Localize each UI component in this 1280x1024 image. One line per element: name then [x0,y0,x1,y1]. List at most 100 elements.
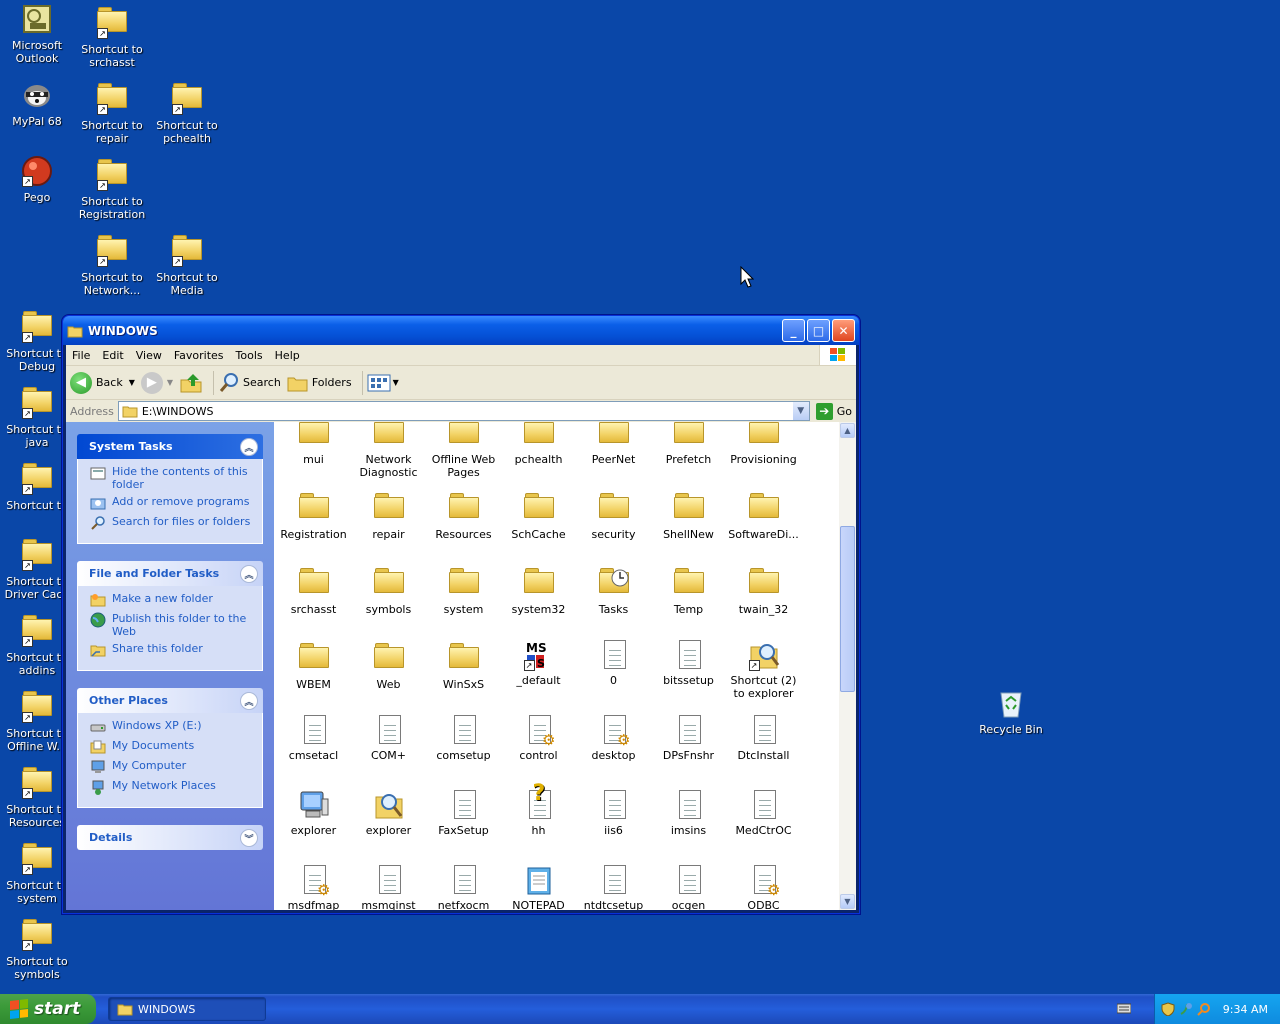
views-button[interactable]: ▼ [367,373,399,393]
back-button[interactable]: ◀ Back ▼ [70,371,135,394]
file-item[interactable]: cmsetacl [276,714,351,762]
file-item[interactable]: Temp [651,564,726,616]
place-windows-xp-drive[interactable]: Windows XP (E:) [90,719,252,735]
collapse-chevron-icon[interactable]: ︽ [240,565,258,583]
file-item[interactable]: desktop [576,714,651,762]
file-item[interactable]: system32 [501,564,576,616]
file-item[interactable]: ShellNew [651,489,726,541]
file-item[interactable]: repair [351,489,426,541]
file-item[interactable]: Offline Web Pages [426,422,501,479]
file-item[interactable]: ↗ Shortcut (2) to explorer [726,639,801,700]
file-item[interactable]: iis6 [576,789,651,837]
task-publish-web[interactable]: Publish this folder to the Web [90,612,252,638]
system-tasks-header[interactable]: System Tasks ︽ [77,434,263,459]
task-share-folder[interactable]: Share this folder [90,642,252,658]
file-item[interactable]: imsins [651,789,726,837]
file-item[interactable]: ODBC [726,864,801,910]
folders-button[interactable]: Folders [287,373,352,393]
collapse-chevron-icon[interactable]: ︽ [240,438,258,456]
menu-tools[interactable]: Tools [230,349,269,362]
file-item[interactable]: COM+ [351,714,426,762]
icon-pego[interactable]: ↗ Pego [0,155,74,204]
file-item[interactable]: NOTEPAD [501,864,576,910]
icon-mypal[interactable]: MyPal 68 [0,79,74,128]
file-item[interactable]: Provisioning [726,422,801,466]
up-button[interactable] [179,372,203,394]
file-item[interactable]: Registration [276,489,351,541]
file-item[interactable]: pchealth [501,422,576,466]
menu-favorites[interactable]: Favorites [168,349,230,362]
file-item[interactable]: explorer [276,789,351,837]
file-item[interactable]: Prefetch [651,422,726,466]
details-header[interactable]: Details ︾ [77,825,263,850]
file-item[interactable]: symbols [351,564,426,616]
title-bar[interactable]: WINDOWS _ □ ✕ [63,316,859,345]
file-item[interactable]: netfxocm [426,864,501,910]
place-my-computer[interactable]: My Computer [90,759,252,775]
keyboard-icon[interactable] [1116,1002,1132,1014]
file-item[interactable]: WinSxS [426,639,501,691]
file-item[interactable]: msmqinst [351,864,426,910]
collapse-chevron-icon[interactable]: ︽ [240,692,258,710]
icon-shortcut-symbols[interactable]: ↗ Shortcut to symbols [0,915,74,981]
menu-help[interactable]: Help [269,349,306,362]
file-folder-tasks-header[interactable]: File and Folder Tasks ︽ [77,561,263,586]
file-item[interactable]: PeerNet [576,422,651,466]
icon-shortcut-media[interactable]: ↗ Shortcut to Media [150,231,224,297]
file-item[interactable]: WBEM [276,639,351,691]
icon-shortcut-network[interactable]: ↗ Shortcut to Network... [75,231,149,297]
scroll-down-arrow-icon[interactable]: ▼ [840,894,855,909]
icon-shortcut-pchealth[interactable]: ↗ Shortcut to pchealth [150,79,224,145]
clock[interactable]: 9:34 AM [1223,1003,1268,1016]
address-input[interactable]: E:\WINDOWS ▼ [117,401,810,421]
file-item[interactable]: FaxSetup [426,789,501,837]
place-my-network-places[interactable]: My Network Places [90,779,252,795]
icon-recycle-bin[interactable]: Recycle Bin [974,687,1048,736]
task-hide-contents[interactable]: Hide the contents of this folder [90,465,252,491]
maximize-button[interactable]: □ [807,319,830,342]
network-icon[interactable] [1179,1002,1193,1016]
menu-file[interactable]: File [66,349,96,362]
back-dropdown-icon[interactable]: ▼ [129,378,135,387]
file-item[interactable]: Web [351,639,426,691]
address-dropdown-icon[interactable]: ▼ [792,402,809,420]
icon-shortcut-srchasst[interactable]: ↗ Shortcut to srchasst [75,3,149,69]
file-item[interactable]: ntdtcsetup [576,864,651,910]
file-item[interactable]: twain_32 [726,564,801,616]
file-item[interactable]: ocgen [651,864,726,910]
file-item[interactable]: srchasst [276,564,351,616]
file-item[interactable]: MS S ↗ _default [501,639,576,687]
start-button[interactable]: start [0,994,96,1024]
other-places-header[interactable]: Other Places ︽ [77,688,263,713]
go-button[interactable]: ➔ Go [815,402,852,420]
file-item[interactable]: security [576,489,651,541]
file-item[interactable]: system [426,564,501,616]
file-item[interactable]: msdfmap [276,864,351,910]
file-item[interactable]: DPsFnshr [651,714,726,762]
file-item[interactable]: DtcInstall [726,714,801,762]
taskbar-window-button[interactable]: WINDOWS [108,997,266,1021]
vertical-scrollbar[interactable]: ▲ ▼ [839,422,856,910]
file-item[interactable]: Network Diagnostic [351,422,426,479]
file-item[interactable]: bitssetup [651,639,726,687]
forward-button[interactable]: ▶ ▼ [140,371,173,394]
search-icon[interactable] [1197,1002,1211,1016]
close-button[interactable]: ✕ [832,319,855,342]
file-item[interactable]: ? hh [501,783,576,837]
icon-shortcut-repair[interactable]: ↗ Shortcut to repair [75,79,149,145]
file-item[interactable]: control [501,714,576,762]
minimize-button[interactable]: _ [782,319,805,342]
expand-chevron-icon[interactable]: ︾ [240,829,258,847]
icon-microsoft-outlook[interactable]: Microsoft Outlook [0,3,74,65]
file-item[interactable]: SchCache [501,489,576,541]
file-item[interactable]: comsetup [426,714,501,762]
search-button[interactable]: Search [218,372,281,394]
task-new-folder[interactable]: Make a new folder [90,592,252,608]
security-shield-icon[interactable] [1161,1002,1175,1016]
file-item[interactable]: Resources [426,489,501,541]
file-item[interactable]: MedCtrOC [726,789,801,837]
menu-edit[interactable]: Edit [96,349,129,362]
scroll-up-arrow-icon[interactable]: ▲ [840,423,855,438]
task-add-remove-programs[interactable]: Add or remove programs [90,495,252,511]
scroll-thumb[interactable] [840,526,855,692]
